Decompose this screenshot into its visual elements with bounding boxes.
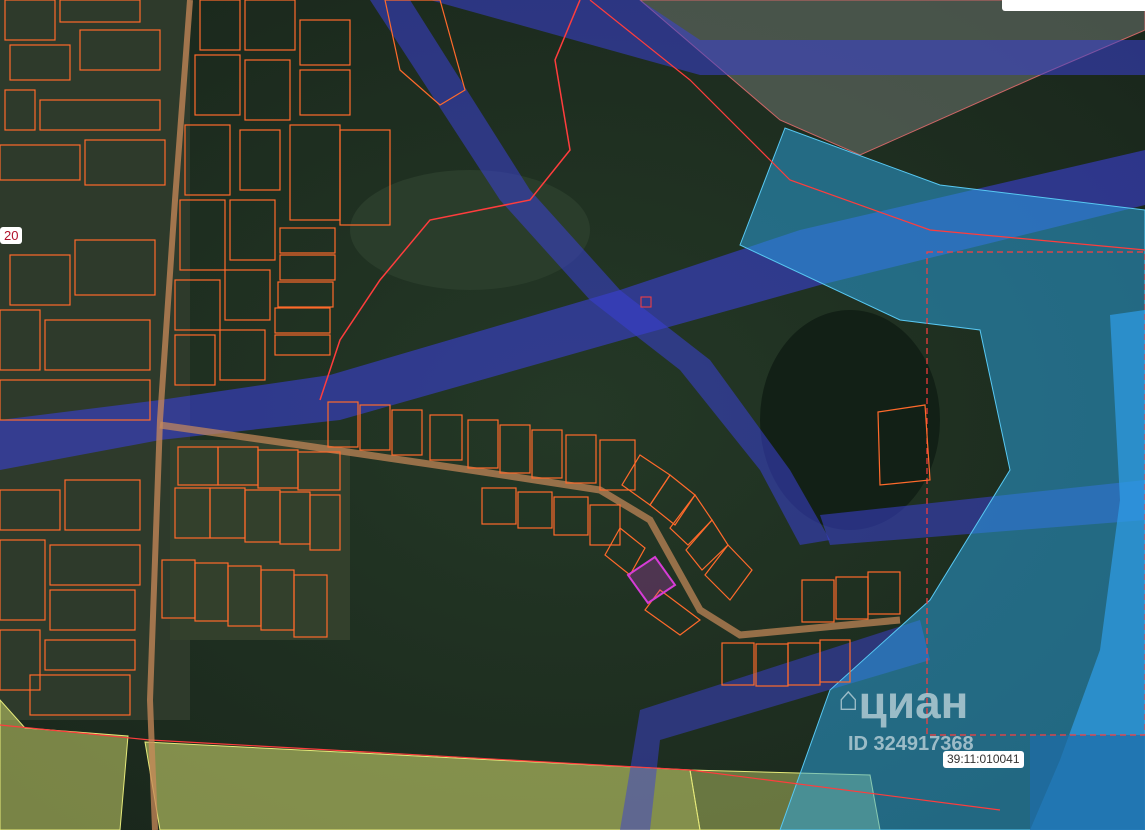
- watermark-brand: циан: [858, 676, 969, 728]
- partial-cadastral-label: 20: [0, 227, 23, 244]
- map-canvas[interactable]: [0, 0, 1145, 830]
- watermark-logo-icon: ⌂: [838, 680, 859, 718]
- top-right-panel: [1002, 0, 1145, 11]
- watermark-id: ID 324917368: [848, 733, 974, 755]
- field-area: [170, 440, 350, 640]
- map-view[interactable]: 20 39:11:010041 ⌂циан ID 324917368: [0, 0, 1145, 830]
- watermark-logo: ⌂циан: [838, 675, 968, 729]
- water-body: [1030, 735, 1145, 830]
